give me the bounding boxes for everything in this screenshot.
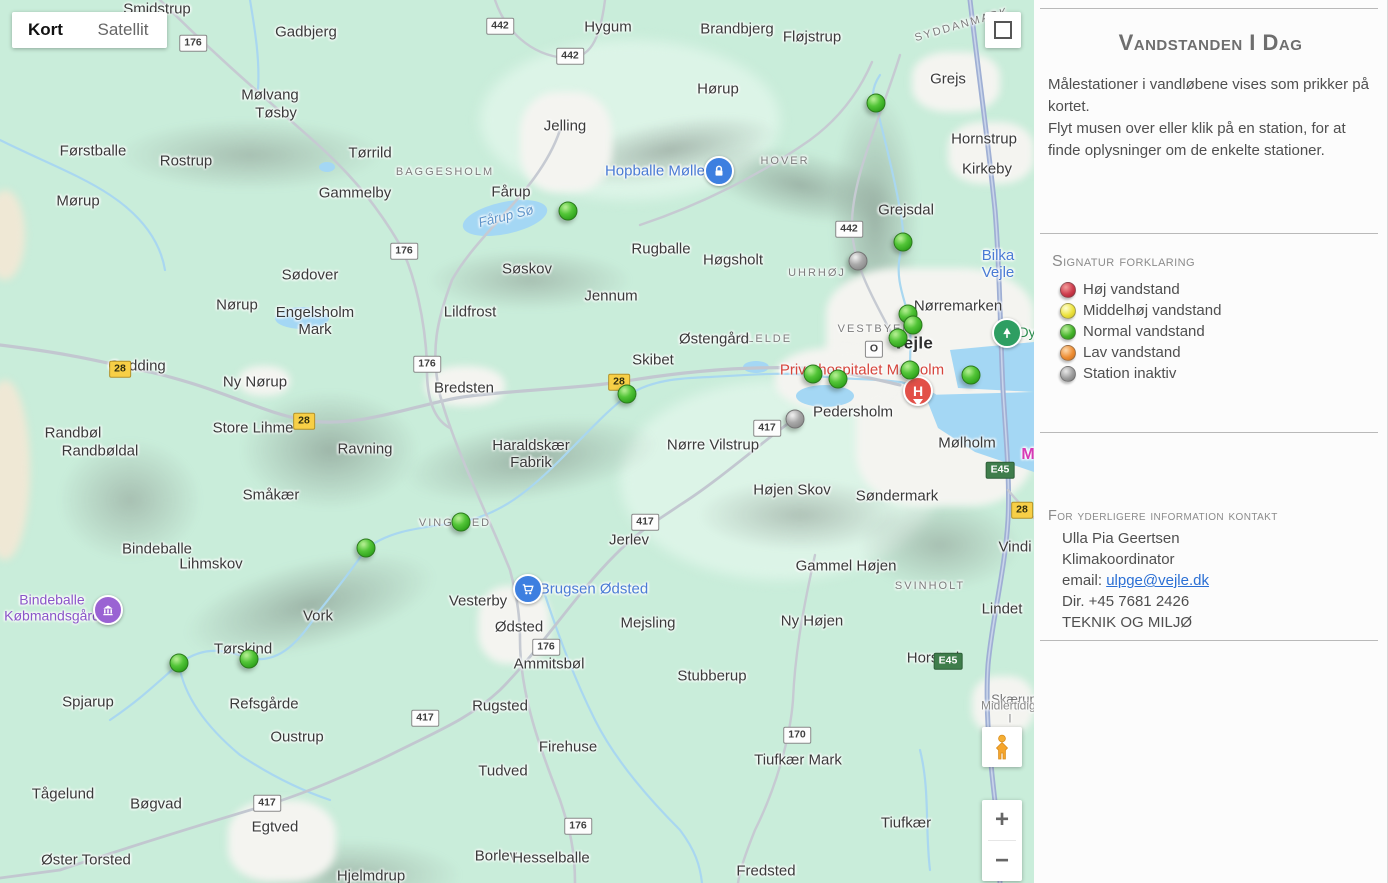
pegman-button[interactable]: [982, 727, 1022, 767]
legend-label: Høj vandstand: [1083, 281, 1180, 298]
map-type-satellit-button[interactable]: Satellit: [79, 12, 167, 48]
road-shield: 170: [783, 727, 811, 744]
road-shield: 442: [556, 48, 584, 65]
museum-icon: [101, 603, 115, 617]
legend-dot-gray-icon: [1060, 366, 1076, 382]
sidebar: Vandstanden I Dag Målestationer i vandlø…: [1034, 0, 1388, 883]
lock-icon: [712, 164, 726, 178]
zoom-in-button[interactable]: +: [982, 800, 1022, 840]
station-dot-green[interactable]: [901, 361, 920, 380]
road-shield: 176: [179, 35, 207, 52]
road-shield: 176: [413, 356, 441, 373]
dyrehave-park-poi[interactable]: [992, 318, 1022, 348]
map-type-kort-button[interactable]: Kort: [12, 12, 79, 48]
road-shield: 442: [486, 18, 514, 35]
road-shield: 28: [109, 361, 131, 378]
tree-icon: [1000, 326, 1014, 340]
vandstanden-app: SmidstrupGadbjergHygumBrandbjergFløjstru…: [0, 0, 1388, 883]
road-shield: 176: [532, 639, 560, 656]
intro-text: Målestationer i vandløbene vises som pri…: [1048, 74, 1373, 162]
intro-line-1: Målestationer i vandløbene vises som pri…: [1048, 74, 1373, 118]
legend-item: Normal vandstand: [1060, 321, 1221, 342]
station-dot-green[interactable]: [804, 365, 823, 384]
road-shield: O: [865, 341, 883, 358]
road-shield: 417: [753, 420, 781, 437]
fullscreen-button[interactable]: [985, 12, 1021, 48]
road-shield: 176: [390, 243, 418, 260]
email-link[interactable]: ulpge@vejle.dk: [1106, 572, 1209, 589]
legend-list: Høj vandstand Middelhøj vandstand Normal v…: [1060, 279, 1221, 384]
legend-label: Middelhøj vandstand: [1083, 302, 1221, 319]
brugsen-odsted-poi[interactable]: [513, 574, 543, 604]
legend-item: Station inaktiv: [1060, 363, 1221, 384]
legend-label: Station inaktiv: [1083, 365, 1176, 382]
legend-item: Middelhøj vandstand: [1060, 300, 1221, 321]
legend-heading: Signatur forklaring: [1052, 253, 1195, 271]
divider: [1040, 640, 1378, 641]
road-shield: 28: [293, 413, 315, 430]
hopballe-molle-poi[interactable]: [704, 156, 734, 186]
roads: [0, 0, 1034, 883]
contact-name: Ulla Pia Geertsen: [1062, 528, 1209, 549]
contact-role: Klimakoordinator: [1062, 549, 1209, 570]
road-shield: 28: [1011, 502, 1033, 519]
rivers: [0, 0, 935, 883]
divider: [1040, 8, 1378, 9]
station-dot-green[interactable]: [170, 654, 189, 673]
legend-item: Lav vandstand: [1060, 342, 1221, 363]
legend-dot-orange-icon: [1060, 345, 1076, 361]
station-dot-green[interactable]: [904, 316, 923, 335]
station-dot-green[interactable]: [894, 233, 913, 252]
map[interactable]: SmidstrupGadbjergHygumBrandbjergFløjstru…: [0, 0, 1034, 883]
divider: [1040, 233, 1378, 234]
contact-heading: For yderligere information kontakt: [1048, 508, 1278, 524]
legend-label: Normal vandstand: [1083, 323, 1205, 340]
hospital-poi[interactable]: H: [903, 376, 933, 406]
map-vector-layer: [0, 0, 1034, 883]
legend-dot-yellow-icon: [1060, 303, 1076, 319]
water-bodies: [275, 162, 1034, 472]
road-shield: 442: [835, 221, 863, 238]
station-dot-green[interactable]: [240, 650, 259, 669]
station-dot-gray[interactable]: [849, 252, 868, 271]
divider: [1040, 432, 1378, 433]
road-shield: 417: [631, 514, 659, 531]
road-shield: 176: [564, 818, 592, 835]
road-shield: E45: [934, 653, 963, 670]
station-dot-green[interactable]: [452, 513, 471, 532]
station-dot-green[interactable]: [618, 385, 637, 404]
station-dot-green[interactable]: [357, 539, 376, 558]
intro-line-2: Flyt musen over eller klik på en station…: [1048, 118, 1373, 162]
station-dot-green[interactable]: [867, 94, 886, 113]
legend-dot-green-icon: [1060, 324, 1076, 340]
station-dot-green[interactable]: [829, 370, 848, 389]
map-type-control: Kort Satellit: [12, 12, 167, 48]
zoom-out-button[interactable]: −: [982, 841, 1022, 881]
contact-email-line: email: ulpge@vejle.dk: [1062, 570, 1209, 591]
cart-icon: [521, 582, 535, 596]
legend-dot-red-icon: [1060, 282, 1076, 298]
hospital-icon: H: [913, 383, 923, 399]
contact-department: TEKNIK OG MILJØ: [1062, 612, 1209, 633]
station-dot-green[interactable]: [559, 202, 578, 221]
station-dot-green[interactable]: [889, 329, 908, 348]
legend-item: Høj vandstand: [1060, 279, 1221, 300]
station-dot-green[interactable]: [962, 366, 981, 385]
road-shield: 417: [411, 710, 439, 727]
zoom-control: + −: [982, 800, 1022, 881]
contact-info: Ulla Pia Geertsen Klimakoordinator email…: [1062, 528, 1209, 633]
road-shield: 417: [253, 795, 281, 812]
road-shield: E45: [986, 462, 1015, 479]
email-label: email:: [1062, 572, 1106, 589]
station-dot-gray[interactable]: [786, 410, 805, 429]
pegman-icon: [990, 734, 1014, 760]
legend-label: Lav vandstand: [1083, 344, 1181, 361]
contact-phone: Dir. +45 7681 2426: [1062, 591, 1209, 612]
bindeballe-kobmandsgard-poi[interactable]: [93, 595, 123, 625]
page-title: Vandstanden I Dag: [1034, 30, 1387, 56]
